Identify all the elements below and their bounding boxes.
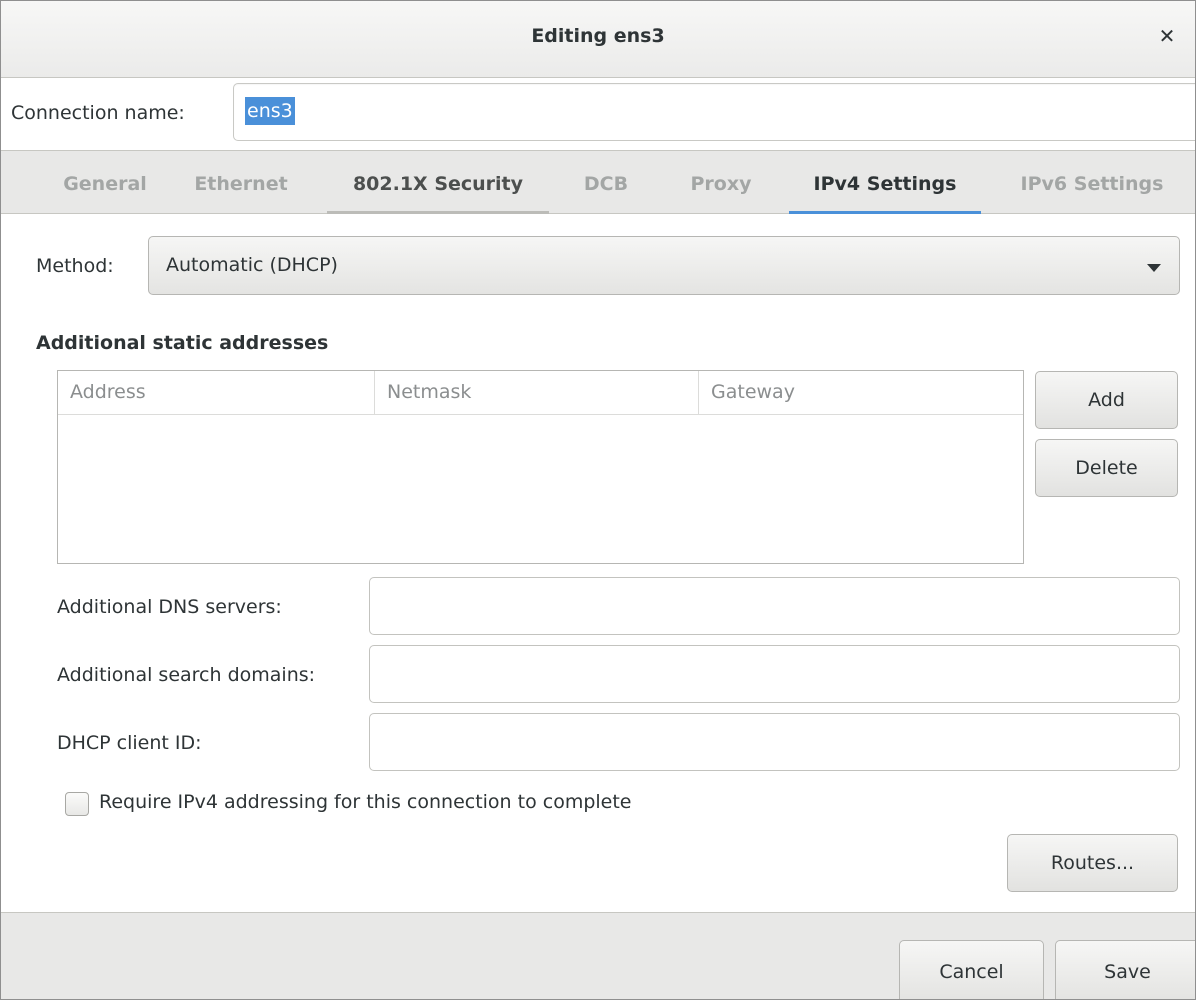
tab-802-1x-security[interactable]: 802.1X Security [327, 151, 549, 214]
dns-servers-label: Additional DNS servers: [57, 596, 282, 618]
tab-dcb[interactable]: DCB [566, 151, 646, 214]
window-title: Editing ens3 [531, 25, 665, 47]
method-value: Automatic (DHCP) [166, 254, 338, 276]
connection-name-input[interactable]: ens3 [233, 83, 1195, 141]
connection-name-row: Connection name: ens3 [1, 78, 1195, 150]
table-header: Address Netmask Gateway [58, 371, 1023, 415]
column-header-address[interactable]: Address [58, 371, 374, 414]
tab-general[interactable]: General [51, 151, 159, 214]
tab-bar: General Ethernet 802.1X Security DCB Pro… [1, 150, 1195, 214]
tab-ipv4-settings[interactable]: IPv4 Settings [789, 151, 981, 214]
connection-name-value: ens3 [245, 97, 295, 125]
search-domains-label: Additional search domains: [57, 664, 316, 686]
title-bar: Editing ens3 ✕ [1, 1, 1195, 78]
close-icon[interactable]: ✕ [1153, 22, 1181, 50]
routes-button[interactable]: Routes... [1007, 834, 1178, 892]
require-ipv4-checkbox[interactable] [65, 792, 89, 816]
dhcp-client-id-label: DHCP client ID: [57, 732, 202, 754]
save-button[interactable]: Save [1055, 940, 1195, 999]
static-addresses-heading: Additional static addresses [36, 332, 329, 354]
column-header-netmask[interactable]: Netmask [374, 371, 698, 414]
add-button[interactable]: Add [1035, 371, 1178, 429]
cancel-button[interactable]: Cancel [899, 940, 1044, 999]
edit-connection-dialog: Editing ens3 ✕ Connection name: ens3 Gen… [0, 0, 1196, 1000]
static-addresses-table[interactable]: Address Netmask Gateway [57, 370, 1024, 564]
ipv4-settings-panel: Method: Automatic (DHCP) Additional stat… [1, 214, 1195, 912]
delete-button[interactable]: Delete [1035, 439, 1178, 497]
dropdown-arrow-icon [1147, 264, 1161, 272]
require-ipv4-label[interactable]: Require IPv4 addressing for this connect… [99, 791, 632, 813]
dns-servers-input[interactable] [369, 577, 1180, 635]
dialog-footer: Cancel Save [1, 912, 1195, 999]
search-domains-input[interactable] [369, 645, 1180, 703]
tab-ethernet[interactable]: Ethernet [177, 151, 305, 214]
method-label: Method: [36, 255, 114, 277]
method-dropdown[interactable]: Automatic (DHCP) [148, 236, 1180, 295]
tab-ipv6-settings[interactable]: IPv6 Settings [997, 151, 1187, 214]
connection-name-label: Connection name: [11, 102, 185, 124]
column-header-gateway[interactable]: Gateway [698, 371, 1023, 414]
tab-proxy[interactable]: Proxy [668, 151, 774, 214]
dhcp-client-id-input[interactable] [369, 713, 1180, 771]
